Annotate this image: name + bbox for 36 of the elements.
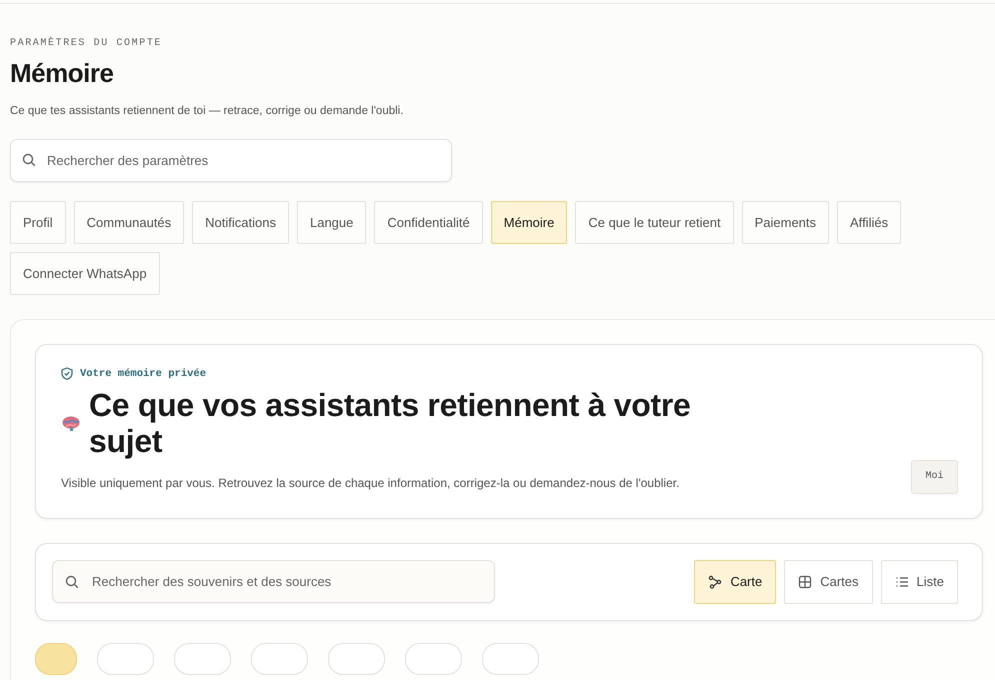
section-label: PARAMÈTRES DU COMPTE [10,38,164,49]
filter-chip[interactable] [174,642,231,675]
settings-tab[interactable]: Affiliés [837,201,902,244]
settings-tab[interactable]: Connecter WhatsApp [10,252,160,295]
settings-tab[interactable]: Notifications [192,201,289,244]
filter-chip[interactable] [251,642,308,675]
view-toggle[interactable]: Liste [880,560,958,604]
settings-tab[interactable]: Profil [10,201,66,244]
hero-description: Visible uniquement par vous. Retrouvez la source de chaque information, corrigez-la ou demandez-nous de l'oublier. [61,474,680,492]
search-field[interactable]: Rechercher des paramètres [10,139,452,182]
page-title: Mémoire [10,58,114,89]
hero-title: Ce que vos assistants retiennent à votre sujet [89,388,692,460]
settings-tab[interactable]: Mémoire [490,201,568,244]
profile-badge[interactable]: Moi [911,460,958,494]
filter-chip[interactable] [97,642,154,675]
page-subtitle: Ce que tes assistants retiennent de toi — retrace, corrige ou demande l'oubli. [10,105,404,117]
filter-chip[interactable] [482,642,539,675]
filter-chip[interactable] [35,642,77,675]
view-toggle[interactable]: Carte [694,560,776,604]
grid-icon [798,574,812,589]
settings-tab[interactable]: Paiements [742,201,830,244]
list-icon [894,574,909,589]
view-toggle[interactable]: Cartes [784,560,873,604]
settings-tab[interactable]: Ce que le tuteur retient [575,201,734,244]
search-icon [22,153,36,167]
eyebrow-label: Votre mémoire privée [80,368,206,380]
shield-check-icon [61,367,73,380]
settings-tab[interactable]: Communautés [74,201,184,244]
settings-tab[interactable]: Langue [296,201,366,244]
nodes-icon [708,574,722,589]
brain-icon [61,415,81,432]
filter-chip[interactable] [328,642,385,675]
search-icon [65,575,79,590]
settings-tab[interactable]: Confidentialité [374,201,483,244]
memory-search-field[interactable]: Rechercher des souvenirs et des sources [52,560,495,604]
filter-chip[interactable] [405,642,462,675]
